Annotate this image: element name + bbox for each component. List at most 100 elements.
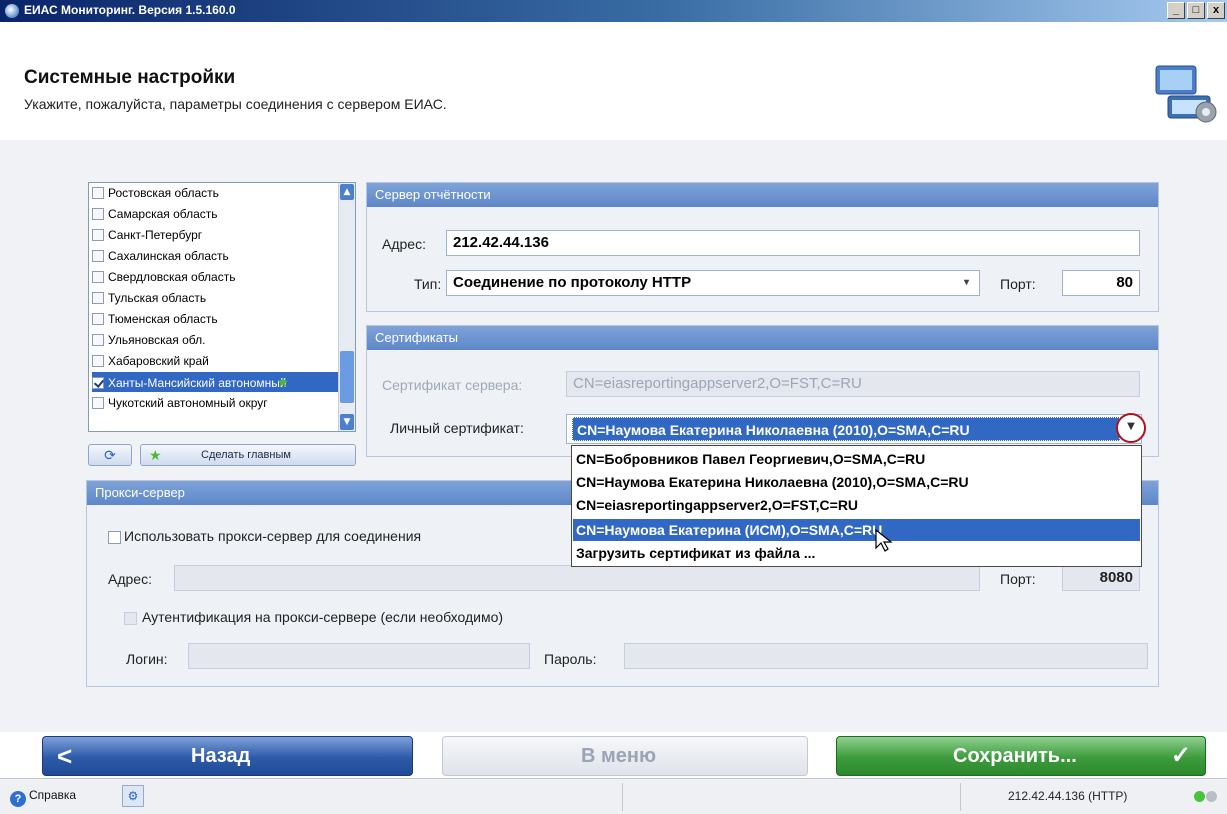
status-dot-green [1194, 791, 1205, 802]
menu-button: В меню [442, 736, 808, 776]
scroll-down-icon[interactable]: ▼ [340, 414, 354, 430]
list-item-label: Хабаровский край [108, 354, 209, 368]
type-select-value: Соединение по протоколу HTTP [453, 274, 692, 291]
check-icon: ✓ [1170, 742, 1191, 769]
connection-status: 212.42.44.136 (HTTP) [1008, 789, 1128, 803]
login-label: Логин: [126, 651, 168, 667]
help-label: Справка [29, 788, 77, 802]
divider [622, 783, 623, 811]
menu-label: В меню [581, 745, 657, 767]
status-indicator [1194, 791, 1218, 806]
checkbox[interactable] [92, 334, 104, 346]
list-item-label: Ростовская область [108, 186, 219, 200]
group-header: Сертификаты [367, 326, 1158, 350]
star-icon: ★ [149, 447, 162, 463]
window-titlebar: ЕИАС Мониторинг. Версия 1.5.160.0 _ □ x [0, 0, 1227, 22]
refresh-icon: ⟳ [104, 447, 116, 463]
help-link[interactable]: ? Справка [10, 788, 76, 807]
list-item-label: Тульская область [108, 291, 207, 305]
refresh-button[interactable]: ⟳ [88, 444, 132, 466]
list-item[interactable]: Чукотский автономный округ [92, 393, 338, 413]
chevron-down-icon[interactable]: ▾ [964, 271, 969, 295]
type-select[interactable]: Соединение по протоколу HTTP ▾ [446, 270, 980, 296]
list-item[interactable]: Свердловская область [92, 267, 338, 287]
arrow-left-icon: < [57, 741, 73, 771]
use-proxy-checkbox[interactable] [108, 531, 121, 544]
help-icon: ? [10, 791, 26, 807]
minimize-button[interactable]: _ [1167, 2, 1185, 19]
make-main-button[interactable]: ★ Сделать главным [140, 444, 356, 466]
checkbox[interactable] [92, 292, 104, 304]
checkbox[interactable] [92, 397, 104, 409]
proxy-address-input [174, 565, 980, 591]
list-item-selected[interactable]: Ханты-Мансийский автономный★ [92, 372, 338, 392]
tool-button[interactable]: ⚙ [122, 785, 144, 807]
maximize-button[interactable]: □ [1187, 2, 1205, 19]
region-list[interactable]: Ростовская область Самарская область Сан… [88, 182, 356, 432]
list-item[interactable]: Сахалинская область [92, 246, 338, 266]
app-icon [5, 4, 19, 18]
list-item-label: Сахалинская область [108, 249, 229, 263]
back-label: Назад [191, 745, 251, 767]
personal-cert-value: CN=Наумова Екатерина Николаевна (2010),O… [572, 417, 1120, 441]
list-item[interactable]: Ульяновская обл. [92, 330, 338, 350]
port-input[interactable]: 80 [1062, 270, 1140, 296]
list-item-label: Самарская область [108, 207, 218, 221]
personal-cert-label: Личный сертификат: [390, 420, 524, 436]
list-item-label: Ханты-Мансийский автономный [108, 376, 287, 390]
address-input[interactable]: 212.42.44.136 [446, 230, 1140, 256]
server-cert-field: CN=eiasreportingappserver2,O=FST,C=RU [566, 371, 1140, 397]
list-item-label: Тюменская область [108, 312, 218, 326]
proxy-port-input: 8080 [1062, 565, 1140, 591]
make-main-label: Сделать главным [201, 449, 291, 461]
password-label: Пароль: [544, 651, 597, 667]
save-label: Сохранить... [953, 745, 1077, 767]
chevron-down-icon[interactable]: ▼ [1116, 413, 1146, 443]
tool-icon: ⚙ [127, 789, 139, 803]
list-item[interactable]: Санкт-Петербург [92, 225, 338, 245]
checkbox-checked[interactable] [92, 377, 104, 389]
scroll-up-icon[interactable]: ▲ [340, 184, 354, 200]
checkbox[interactable] [92, 271, 104, 283]
proxy-address-label: Адрес: [108, 571, 152, 587]
list-item-label: Чукотский автономный округ [108, 396, 268, 410]
list-scrollbar[interactable]: ▲ ▼ [338, 183, 355, 431]
dropdown-option[interactable]: CN=Бобровников Павел Георгиевич,O=SMA,C=… [573, 448, 1140, 470]
dropdown-option-load-file[interactable]: Загрузить сертификат из файла ... [573, 542, 1140, 564]
list-item[interactable]: Хабаровский край [92, 351, 338, 371]
proxy-auth-checkbox [124, 612, 137, 625]
checkbox[interactable] [92, 187, 104, 199]
back-button[interactable]: < Назад [42, 736, 413, 776]
personal-cert-dropdown[interactable]: CN=Бобровников Павел Георгиевич,O=SMA,C=… [571, 445, 1142, 567]
checkbox[interactable] [92, 208, 104, 220]
list-item-label: Свердловская область [108, 270, 236, 284]
checkbox[interactable] [92, 229, 104, 241]
checkbox[interactable] [92, 355, 104, 367]
dropdown-option[interactable]: CN=eiasreportingappserver2,O=FST,C=RU [573, 494, 1140, 516]
group-header: Сервер отчётности [367, 183, 1158, 207]
list-item[interactable]: Тульская область [92, 288, 338, 308]
star-icon: ★ [276, 374, 290, 390]
mouse-cursor-icon [875, 528, 893, 552]
dropdown-option-highlighted[interactable]: CN=Наумова Екатерина (ИСМ),O=SMA,C=RU [573, 519, 1140, 541]
divider [960, 783, 961, 811]
list-item[interactable]: Ростовская область [92, 183, 338, 203]
checkbox[interactable] [92, 250, 104, 262]
checkbox[interactable] [92, 313, 104, 325]
dropdown-option[interactable]: CN=Наумова Екатерина Николаевна (2010),O… [573, 471, 1140, 493]
page-subtitle: Укажите, пожалуйста, параметры соединени… [24, 96, 447, 112]
status-dot-gray [1206, 791, 1217, 802]
server-cert-label: Сертификат сервера: [382, 377, 523, 393]
window-title: ЕИАС Мониторинг. Версия 1.5.160.0 [24, 3, 236, 17]
close-button[interactable]: x [1207, 2, 1225, 19]
type-label: Тип: [414, 276, 442, 292]
computers-gear-icon [1155, 65, 1217, 123]
password-input [624, 643, 1148, 669]
list-item[interactable]: Самарская область [92, 204, 338, 224]
scroll-thumb[interactable] [340, 351, 354, 403]
port-label: Порт: [1000, 276, 1036, 292]
list-item-label: Санкт-Петербург [108, 228, 203, 242]
save-button[interactable]: Сохранить... ✓ [836, 736, 1206, 776]
list-item[interactable]: Тюменская область [92, 309, 338, 329]
use-proxy-label: Использовать прокси-сервер для соединени… [124, 528, 422, 544]
